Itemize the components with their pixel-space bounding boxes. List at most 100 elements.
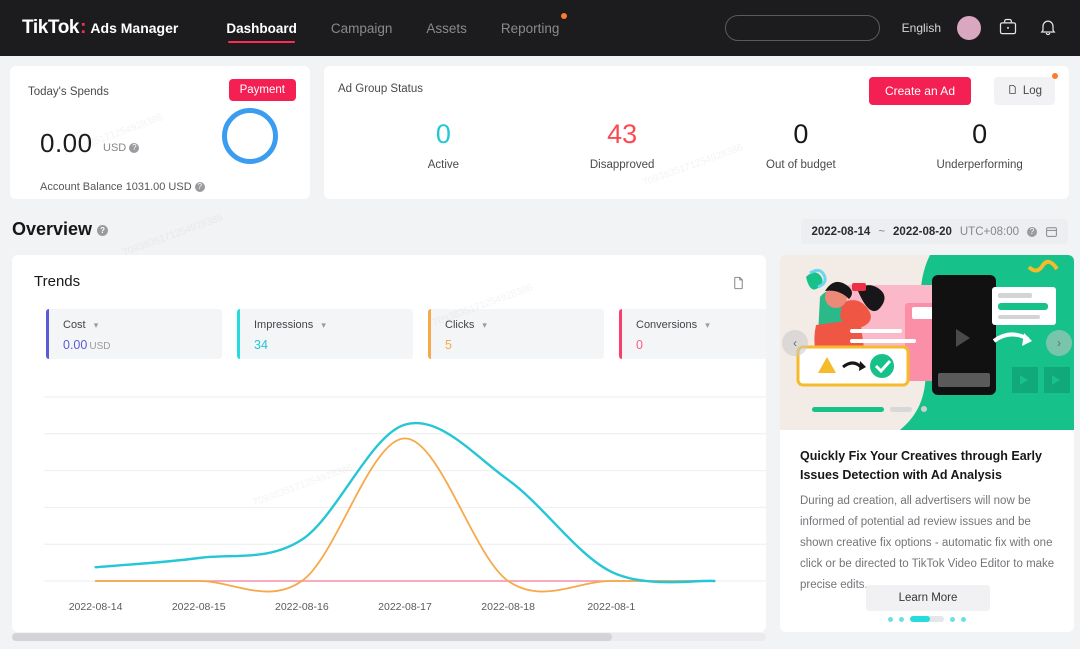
- promo-card: ‹ › Quickly Fix Your Creatives through E…: [780, 255, 1074, 632]
- create-an-ad-button[interactable]: Create an Ad: [869, 77, 971, 105]
- spends-currency-group: USD ?: [103, 142, 139, 154]
- nav-label: Assets: [426, 21, 467, 36]
- carousel-dot-active[interactable]: [910, 616, 944, 622]
- info-icon[interactable]: ?: [1027, 227, 1037, 237]
- language-selector[interactable]: English: [902, 21, 941, 35]
- nav-menu: Dashboard Campaign Assets Reporting: [226, 0, 559, 56]
- x-axis-tick-label: 2022-08-14: [69, 601, 123, 613]
- carousel-dot[interactable]: [961, 617, 966, 622]
- chart-line-clicks: [96, 438, 715, 591]
- learn-more-button[interactable]: Learn More: [866, 585, 990, 611]
- stat-label: Disapproved: [533, 159, 712, 171]
- metric-tab-cost[interactable]: Cost ▾ 0.00USD: [46, 309, 222, 359]
- spends-card-title: Today's Spends: [28, 86, 109, 98]
- x-axis-tick-label: 2022-08-17: [378, 601, 432, 613]
- trends-panel: Trends Cost ▾ 0.00USD Impressions ▾: [12, 255, 766, 632]
- metric-label: Clicks: [445, 319, 474, 331]
- stat-label: Underperforming: [890, 159, 1069, 171]
- document-icon: [1007, 84, 1018, 98]
- calendar-icon[interactable]: [1045, 225, 1058, 238]
- status-card-title: Ad Group Status: [338, 83, 423, 95]
- stat-out-of-budget[interactable]: 0 Out of budget: [712, 116, 891, 171]
- metric-value: 34: [254, 338, 268, 352]
- brand-name: TikTok: [22, 17, 79, 39]
- info-icon[interactable]: ?: [195, 182, 205, 192]
- metric-unit: USD: [89, 341, 110, 352]
- overview-title-group: Overview ?: [12, 219, 108, 240]
- date-range-picker[interactable]: 2022-08-14 ~ 2022-08-20 UTC+08:00 ?: [801, 219, 1068, 244]
- log-button[interactable]: Log: [994, 77, 1055, 105]
- metric-tab-conversions[interactable]: Conversions ▾ 0: [619, 309, 766, 359]
- metric-value: 5: [445, 338, 452, 352]
- todays-spends-card: Today's Spends Payment 0.00 USD ? Accoun…: [10, 66, 310, 199]
- top-navigation-bar: TikTok:Ads Manager Dashboard Campaign As…: [0, 0, 1080, 56]
- notification-dot-icon: [561, 13, 567, 19]
- brand-subtitle: Ads Manager: [90, 20, 178, 36]
- nav-item-reporting[interactable]: Reporting: [501, 0, 560, 56]
- nav-item-dashboard[interactable]: Dashboard: [226, 0, 297, 56]
- ad-group-status-card: Ad Group Status Create an Ad Log 0 Activ…: [324, 66, 1069, 199]
- bell-icon[interactable]: [1038, 17, 1060, 39]
- date-separator: ~: [878, 226, 885, 238]
- briefcase-icon[interactable]: [998, 17, 1020, 39]
- avatar[interactable]: [957, 16, 981, 40]
- promo-illustration: ‹ ›: [780, 255, 1074, 430]
- info-icon[interactable]: ?: [129, 143, 139, 153]
- nav-label: Campaign: [331, 21, 393, 36]
- info-icon[interactable]: ?: [97, 225, 108, 236]
- metric-tab-clicks[interactable]: Clicks ▾ 5: [428, 309, 604, 359]
- spends-amount: 0.00: [40, 128, 93, 159]
- metric-label-group: Cost ▾: [63, 319, 98, 331]
- chart-line-impressions: [96, 423, 715, 582]
- scrollbar-thumb[interactable]: [12, 633, 612, 641]
- x-axis-tick-label: 2022-08-18: [481, 601, 535, 613]
- page-title: Overview: [12, 219, 92, 239]
- x-axis-tick-label: 2022-08-15: [172, 601, 226, 613]
- carousel-dot[interactable]: [888, 617, 893, 622]
- chart-x-axis-labels: 2022-08-142022-08-152022-08-162022-08-17…: [12, 601, 766, 619]
- payment-button[interactable]: Payment: [229, 79, 296, 101]
- account-balance-text: Account Balance 1031.00 USD: [40, 181, 192, 193]
- metric-tab-impressions[interactable]: Impressions ▾ 34: [237, 309, 413, 359]
- stat-underperforming[interactable]: 0 Underperforming: [890, 116, 1069, 171]
- status-stats-grid: 0 Active 43 Disapproved 0 Out of budget …: [324, 116, 1069, 171]
- chevron-down-icon[interactable]: ▾: [94, 320, 99, 331]
- stat-label: Active: [354, 159, 533, 171]
- carousel-dot[interactable]: [950, 617, 955, 622]
- trends-title: Trends: [34, 273, 80, 290]
- timezone-label: UTC+08:00: [960, 226, 1019, 238]
- metric-value-group: 0.00USD: [63, 338, 110, 352]
- brand-logo[interactable]: TikTok:Ads Manager: [22, 17, 178, 39]
- chevron-down-icon[interactable]: ▾: [482, 320, 487, 331]
- metric-value: 0: [636, 338, 643, 352]
- x-axis-tick-label: 2022-08-1: [587, 601, 635, 613]
- stat-value: 0: [354, 116, 533, 152]
- chevron-down-icon[interactable]: ▾: [321, 320, 326, 331]
- stat-disapproved[interactable]: 43 Disapproved: [533, 116, 712, 171]
- nav-item-assets[interactable]: Assets: [426, 0, 467, 56]
- chevron-down-icon[interactable]: ▾: [705, 320, 710, 331]
- document-export-icon[interactable]: [731, 275, 746, 291]
- promo-illustration-svg: [780, 255, 1074, 430]
- stat-value: 43: [533, 116, 712, 152]
- promo-next-button[interactable]: ›: [1046, 330, 1072, 356]
- horizontal-scrollbar[interactable]: [12, 633, 766, 641]
- watermark: 7093835171254928386: [121, 212, 224, 258]
- nav-right-group: English: [725, 0, 1080, 56]
- metric-label: Impressions: [254, 319, 313, 331]
- metric-label: Cost: [63, 319, 86, 331]
- nav-item-campaign[interactable]: Campaign: [331, 0, 393, 56]
- promo-prev-button[interactable]: ‹: [782, 330, 808, 356]
- stat-label: Out of budget: [712, 159, 891, 171]
- stat-value: 0: [712, 116, 891, 152]
- trends-chart[interactable]: 2022-08-142022-08-152022-08-162022-08-17…: [12, 385, 766, 632]
- spends-currency: USD: [103, 142, 126, 154]
- metric-label-group: Conversions ▾: [636, 319, 710, 331]
- metric-value-group: 0: [636, 338, 645, 352]
- metric-tabs: Cost ▾ 0.00USD Impressions ▾ 34 Clicks: [46, 309, 766, 359]
- carousel-dot[interactable]: [899, 617, 904, 622]
- log-label: Log: [1023, 85, 1042, 97]
- spends-donut-chart: [222, 108, 278, 164]
- search-input[interactable]: [725, 15, 880, 41]
- stat-active[interactable]: 0 Active: [354, 116, 533, 171]
